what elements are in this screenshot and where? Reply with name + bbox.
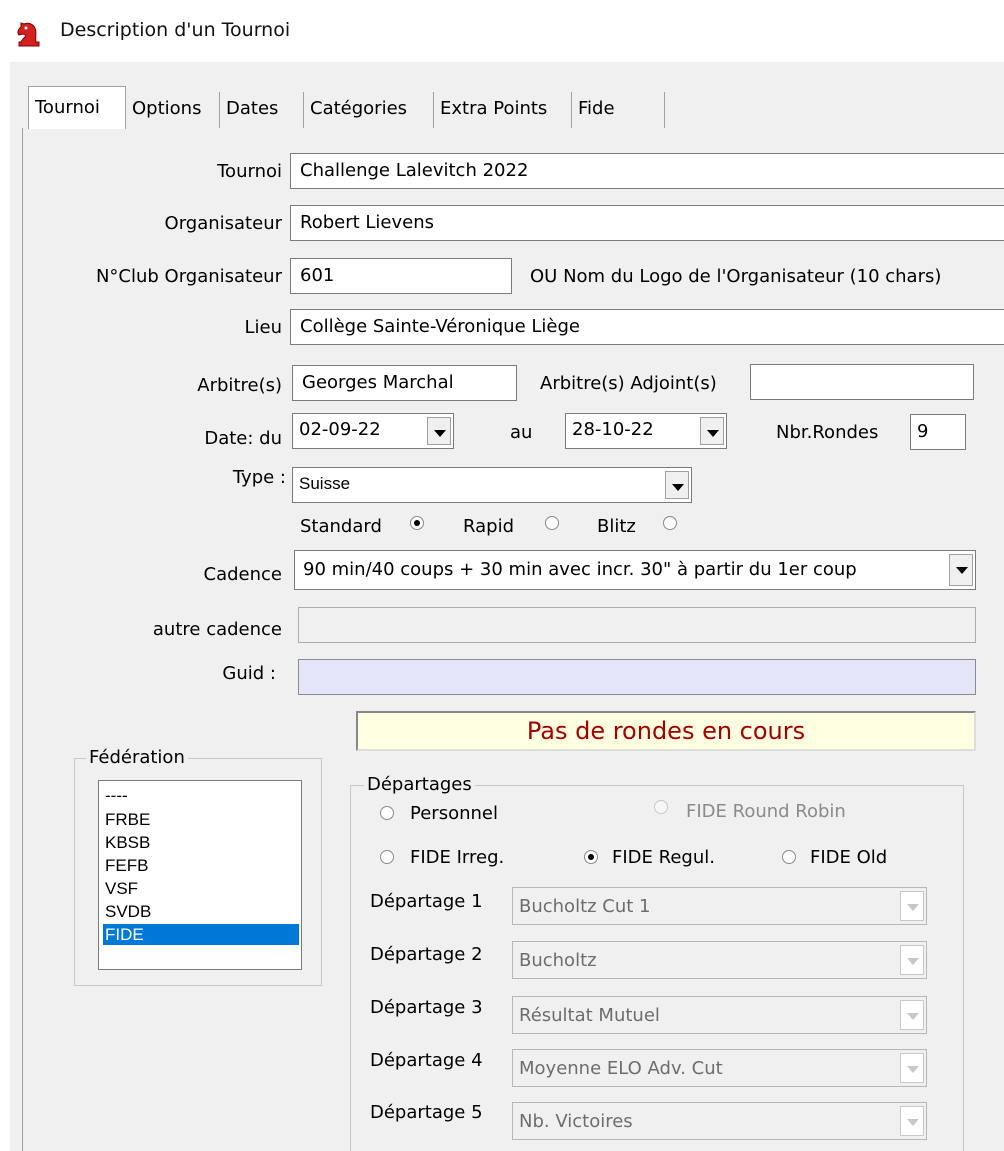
departage-2-label: Départage 2	[370, 944, 483, 965]
arbitre-input[interactable]: Georges Marchal	[292, 365, 517, 401]
departage-5-value: Nb. Victoires	[519, 1111, 633, 1132]
federation-title: Fédération	[86, 746, 188, 770]
departage-4-select[interactable]: Moyenne ELO Adv. Cut	[512, 1049, 927, 1087]
departages-title: Départages	[364, 773, 475, 797]
tab-fide[interactable]: Fide	[572, 92, 664, 128]
chevron-down-icon[interactable]	[700, 417, 724, 445]
personnel-label: Personnel	[410, 803, 498, 824]
tab-tournoi[interactable]: Tournoi	[28, 86, 126, 129]
date-du-label: Date: du	[204, 428, 282, 449]
round-robin-label: FIDE Round Robin	[686, 801, 846, 822]
fide-irreg-label: FIDE Irreg.	[410, 847, 505, 868]
departage-3-select[interactable]: Résultat Mutuel	[512, 996, 927, 1034]
departage-1-value: Bucholtz Cut 1	[519, 896, 651, 917]
blitz-radio[interactable]	[663, 516, 677, 530]
departage-5-select[interactable]: Nb. Victoires	[512, 1102, 927, 1140]
adjoint-input[interactable]	[750, 364, 974, 400]
tournoi-input[interactable]: Challenge Lalevitch 2022	[290, 153, 1004, 189]
tournoi-label: Tournoi	[217, 161, 282, 182]
list-item[interactable]: VSF	[103, 878, 299, 899]
rapid-label: Rapid	[463, 516, 514, 537]
logo-hint-label: OU Nom du Logo de l'Organisateur (10 cha…	[530, 266, 942, 287]
type-select[interactable]: Suisse	[292, 467, 692, 503]
rapid-radio[interactable]	[545, 516, 559, 530]
departage-3-label: Départage 3	[370, 997, 483, 1018]
blitz-label: Blitz	[597, 516, 636, 537]
date-au-picker[interactable]: 28-10-22	[565, 413, 727, 449]
organisateur-input[interactable]: Robert Lievens	[290, 205, 1004, 241]
list-item[interactable]: ----	[103, 785, 299, 806]
lieu-input[interactable]: Collège Sainte-Véronique Liège	[290, 309, 1004, 345]
tab-strip-end	[664, 92, 665, 128]
lieu-label: Lieu	[244, 317, 282, 338]
personnel-radio[interactable]	[380, 806, 394, 820]
adjoint-label: Arbitre(s) Adjoint(s)	[540, 373, 717, 394]
guid-label: Guid :	[222, 663, 276, 684]
departage-3-value: Résultat Mutuel	[519, 1005, 660, 1026]
chevron-down-icon[interactable]	[900, 1053, 924, 1083]
cadence-label: Cadence	[203, 564, 282, 585]
date-du-value: 02-09-22	[299, 419, 381, 440]
arbitre-label: Arbitre(s)	[197, 375, 282, 396]
list-item[interactable]: FRBE	[103, 809, 299, 830]
departage-2-select[interactable]: Bucholtz	[512, 941, 927, 979]
autre-cadence-label: autre cadence	[152, 619, 282, 640]
tab-extra-points[interactable]: Extra Points	[434, 92, 572, 128]
round-robin-radio[interactable]	[654, 800, 668, 814]
chevron-down-icon[interactable]	[427, 417, 451, 445]
departage-5-label: Départage 5	[370, 1102, 483, 1123]
cadence-select[interactable]: 90 min/40 coups + 30 min avec incr. 30" …	[294, 550, 976, 590]
departage-1-label: Départage 1	[370, 891, 483, 912]
rondes-input[interactable]: 9	[910, 414, 966, 450]
date-au-value: 28-10-22	[572, 419, 654, 440]
tab-dates[interactable]: Dates	[220, 92, 304, 128]
standard-label: Standard	[300, 516, 382, 537]
fide-old-label: FIDE Old	[810, 847, 888, 868]
fide-irreg-radio[interactable]	[380, 850, 394, 864]
list-item[interactable]: FEFB	[103, 855, 299, 876]
chevron-down-icon[interactable]	[949, 554, 973, 586]
list-item-selected[interactable]: FIDE	[103, 924, 299, 945]
chevron-down-icon[interactable]	[900, 1106, 924, 1136]
date-du-picker[interactable]: 02-09-22	[292, 413, 454, 449]
list-item[interactable]: KBSB	[103, 832, 299, 853]
chevron-down-icon[interactable]	[900, 945, 924, 975]
standard-radio[interactable]	[410, 516, 424, 530]
fide-regul-radio[interactable]	[584, 850, 598, 864]
chevron-down-icon[interactable]	[900, 1000, 924, 1030]
fide-old-radio[interactable]	[782, 850, 796, 864]
date-au-label: au	[510, 422, 533, 443]
departage-4-label: Départage 4	[370, 1050, 483, 1071]
departage-4-value: Moyenne ELO Adv. Cut	[519, 1058, 723, 1079]
tab-options[interactable]: Options	[126, 92, 220, 128]
departage-1-select[interactable]: Bucholtz Cut 1	[512, 887, 927, 925]
autre-cadence-input[interactable]	[298, 607, 976, 643]
organisateur-label: Organisateur	[164, 213, 282, 234]
cadence-value: 90 min/40 coups + 30 min avec incr. 30" …	[303, 559, 857, 580]
federation-list[interactable]: ---- FRBE KBSB FEFB VSF SVDB FIDE	[98, 780, 302, 970]
chevron-down-icon[interactable]	[665, 471, 689, 499]
window-title: Description d'un Tournoi	[60, 19, 291, 41]
round-status: Pas de rondes en cours	[356, 711, 976, 751]
list-item[interactable]: SVDB	[103, 901, 299, 922]
title-bar: Description d'un Tournoi	[0, 0, 1004, 62]
departage-2-value: Bucholtz	[519, 950, 597, 971]
fide-regul-label: FIDE Regul.	[612, 847, 715, 868]
type-label: Type :	[232, 467, 286, 488]
club-label: N°Club Organisateur	[95, 266, 282, 287]
club-input[interactable]: 601	[290, 258, 512, 294]
tab-categories[interactable]: Catégories	[304, 92, 434, 128]
guid-input[interactable]	[298, 659, 976, 695]
rondes-label: Nbr.Rondes	[776, 422, 879, 443]
type-value: Suisse	[299, 474, 351, 493]
chevron-down-icon[interactable]	[900, 891, 924, 921]
knight-icon	[17, 22, 40, 47]
